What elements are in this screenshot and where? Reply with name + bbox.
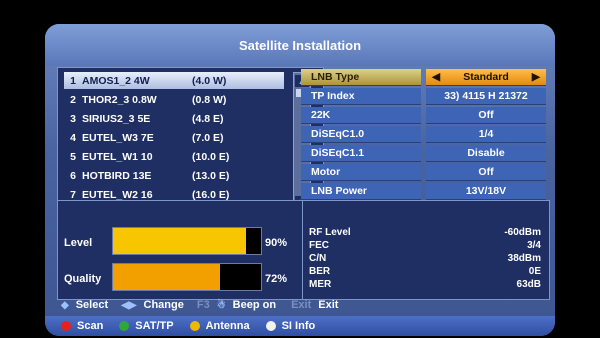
help-bar: ◆ Select ◀▶ Change F3 ☃ Beep on Exit Exi… [57,296,543,314]
help-beep: Beep on [232,299,277,311]
white-dot-icon [265,321,276,331]
help-exit-key: Exit [291,299,312,311]
help-select: Select [75,299,109,311]
level-bar-fill [113,228,247,254]
signal-meter-panel: Level 90% Quality 72% [57,200,304,300]
select-diamond-icon: ◆ [61,299,69,311]
readout-cn: C/N 38dBm [309,253,541,264]
antenna-button[interactable]: Antenna [189,320,250,332]
readout-rf-level: RF Level -60dBm [309,227,541,238]
satellite-installation-screen: Satellite Installation 1 AMOS1_2 4W (4.0… [45,24,555,336]
satellite-list-item[interactable]: 1 AMOS1_2 4W (4.0 W) [64,72,284,89]
color-key-bar: Scan SAT/TP Antenna SI Info [45,316,555,336]
readout-ber: BER 0E [309,266,541,277]
help-exit: Exit [318,299,339,311]
setting-diseqc10[interactable]: DiSEqC1.0 1/4 [301,126,548,143]
left-right-arrows-icon: ◀▶ [121,299,137,311]
quality-percent: 72% [265,273,288,285]
lnb-type-selector[interactable]: ◀ Standard ▶ [426,69,546,86]
satellite-list-item[interactable]: 6 HOTBIRD 13E (13.0 E) [64,167,284,184]
setting-lnb-power[interactable]: LNB Power 13V/18V [301,183,548,200]
level-percent: 90% [265,237,288,249]
quality-label: Quality [64,273,102,285]
quality-bar-fill [113,264,220,290]
lnb-settings-panel: LNB Type ◀ Standard ▶ TP Index 33) 4115 … [301,67,548,212]
scan-button[interactable]: Scan [61,320,103,332]
setting-motor[interactable]: Motor Off [301,164,548,181]
help-change: Change [143,299,184,311]
right-arrow-icon[interactable]: ▶ [532,71,540,83]
page-title: Satellite Installation [45,24,555,66]
sat-tp-button[interactable]: SAT/TP [119,320,174,332]
speaker-icon: ☃ [216,299,226,311]
yellow-dot-icon [189,321,200,331]
si-info-button[interactable]: SI Info [265,320,315,332]
left-arrow-icon[interactable]: ◀ [432,71,440,83]
satellite-list-item[interactable]: 3 SIRIUS2_3 5E (4.8 E) [64,110,284,127]
satellite-list: 1 AMOS1_2 4W (4.0 W) 2 THOR2_3 0.8W (0.8… [57,67,324,214]
readout-mer: MER 63dB [309,279,541,290]
setting-22k[interactable]: 22K Off [301,107,548,124]
readout-fec: FEC 3/4 [309,240,541,251]
setting-diseqc11[interactable]: DiSEqC1.1 Disable [301,145,548,162]
signal-readout-panel: RF Level -60dBm FEC 3/4 C/N 38dBm BER 0E MER… [302,200,550,300]
red-dot-icon [61,321,71,331]
satellite-list-item[interactable]: 4 EUTEL_W3 7E (7.0 E) [64,129,284,146]
setting-lnb-type[interactable]: LNB Type ◀ Standard ▶ [301,69,548,86]
satellite-list-item[interactable]: 5 EUTEL_W1 10 (10.0 E) [64,148,284,165]
satellite-list-item[interactable]: 2 THOR2_3 0.8W (0.8 W) [64,91,284,108]
quality-bar [112,263,262,291]
setting-tp-index[interactable]: TP Index 33) 4115 H 21372 [301,88,548,105]
level-label: Level [64,237,93,249]
level-bar [112,227,262,255]
help-f3-key: F3 [196,299,210,311]
green-dot-icon [119,321,130,331]
